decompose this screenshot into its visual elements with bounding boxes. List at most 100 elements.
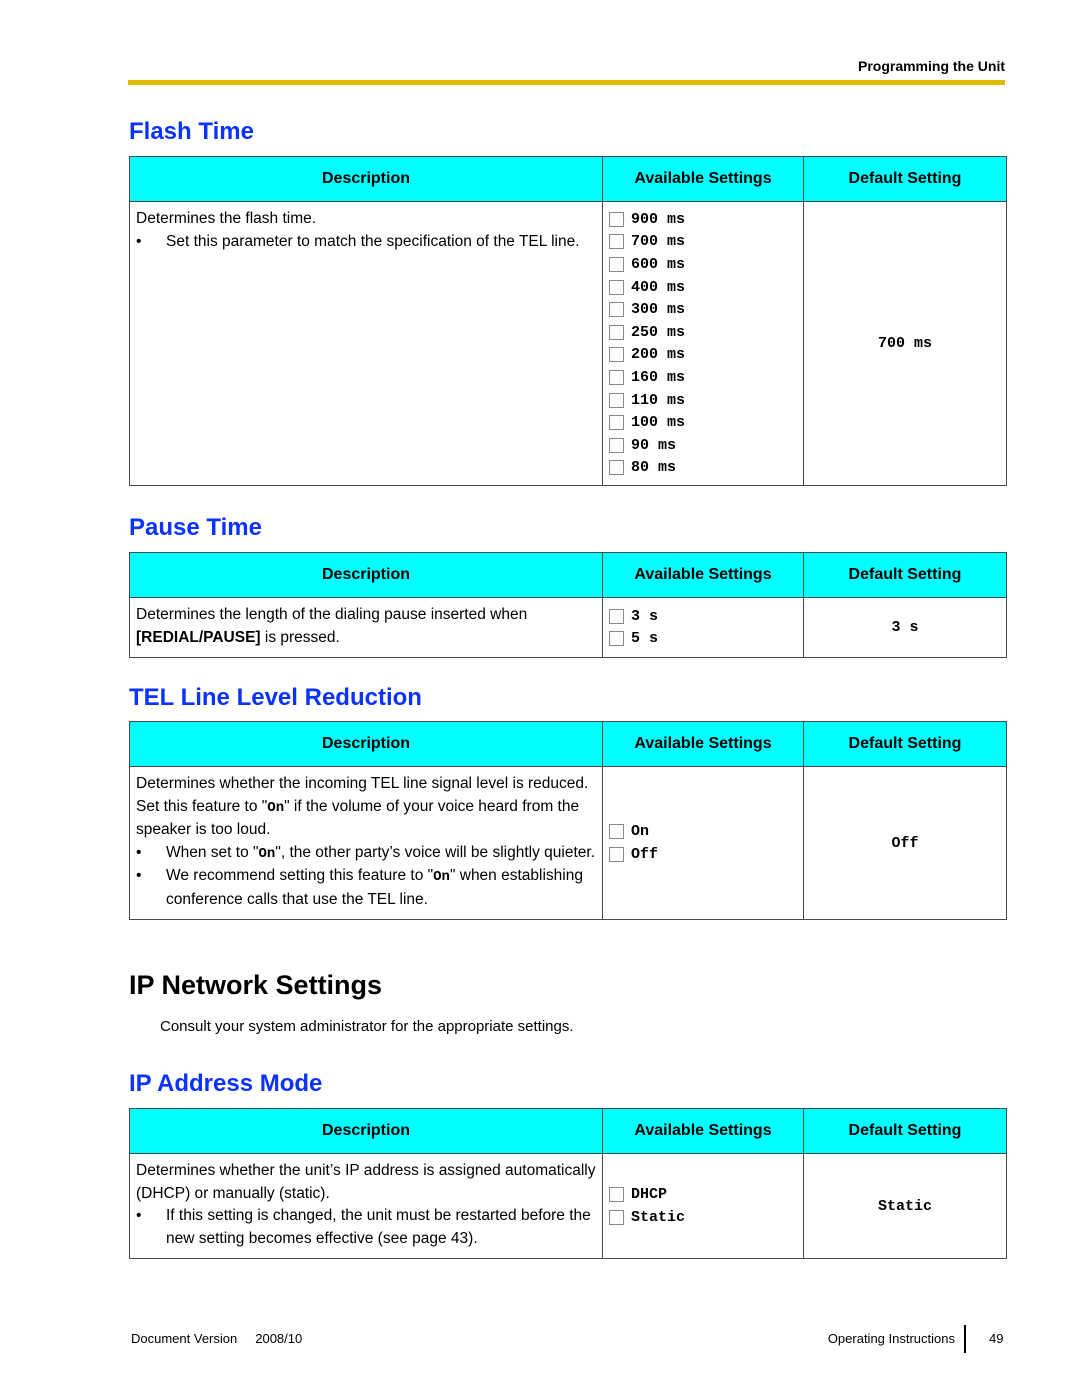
description-text: Determines whether the incoming TEL line…	[136, 773, 596, 842]
header-available-settings: Available Settings	[602, 721, 804, 767]
option-label: 250 ms	[631, 323, 686, 341]
checkbox-icon[interactable]	[609, 369, 624, 385]
option-item[interactable]: 110 ms	[607, 389, 799, 412]
option-label: 100 ms	[631, 414, 686, 432]
description-cell: Determines the flash time. Set this para…	[129, 200, 603, 487]
tel-line-level-table: Description Available Settings Default S…	[129, 721, 1007, 920]
option-label: 90 ms	[631, 436, 677, 454]
page-number: 49	[989, 1331, 1004, 1346]
checkbox-icon[interactable]	[609, 846, 624, 862]
tel-line-level-title: TEL Line Level Reduction	[129, 684, 422, 711]
code-value: On	[258, 845, 276, 862]
checkbox-icon[interactable]	[609, 211, 624, 227]
table-row: Determines whether the incoming TEL line…	[129, 766, 1007, 920]
option-label: 300 ms	[631, 301, 686, 319]
option-item[interactable]: 160 ms	[607, 366, 799, 389]
option-item[interactable]: 90 ms	[607, 434, 799, 457]
ip-network-intro: Consult your system administrator for th…	[160, 1018, 574, 1035]
option-item[interactable]: 200 ms	[607, 344, 799, 367]
running-header: Programming the Unit	[857, 58, 1005, 74]
header-description: Description	[129, 1108, 603, 1154]
description-cell: Determines whether the incoming TEL line…	[129, 766, 603, 920]
header-description: Description	[129, 156, 603, 202]
bullet-item: Set this parameter to match the specific…	[136, 231, 596, 254]
pause-time-table: Description Available Settings Default S…	[129, 552, 1007, 658]
checkbox-icon[interactable]	[609, 347, 624, 363]
checkbox-icon[interactable]	[609, 392, 624, 408]
checkbox-icon[interactable]	[609, 324, 624, 340]
available-settings-cell: 3 s 5 s	[602, 597, 804, 658]
checkbox-icon[interactable]	[609, 437, 624, 453]
option-item[interactable]: 400 ms	[607, 276, 799, 299]
checkbox-icon[interactable]	[609, 631, 624, 647]
option-item[interactable]: 600 ms	[607, 253, 799, 276]
description-text: Determines the length of the dialing pau…	[136, 606, 528, 623]
key-name: [REDIAL/PAUSE]	[136, 628, 261, 646]
checkbox-icon[interactable]	[609, 302, 624, 318]
description-cell: Determines whether the unit’s IP address…	[129, 1153, 603, 1259]
header-default-setting: Default Setting	[803, 721, 1007, 767]
available-settings-cell: DHCP Static	[602, 1153, 804, 1259]
checkbox-icon[interactable]	[609, 824, 624, 840]
table-row: Determines whether the unit’s IP address…	[129, 1153, 1007, 1259]
option-item[interactable]: 900 ms	[607, 208, 799, 231]
checkbox-icon[interactable]	[609, 1209, 624, 1225]
checkbox-icon[interactable]	[609, 256, 624, 272]
text-run: We recommend setting this feature to "	[166, 867, 434, 884]
description-text: Determines the flash time.	[136, 210, 317, 227]
checkbox-icon[interactable]	[609, 1187, 624, 1203]
option-label: 900 ms	[631, 210, 686, 228]
available-settings-cell: 900 ms 700 ms 600 ms 400 ms 300 ms 250 m…	[602, 200, 804, 487]
bullet-item: We recommend setting this feature to "On…	[136, 865, 596, 911]
option-label: 110 ms	[631, 391, 686, 409]
option-item[interactable]: 80 ms	[607, 457, 799, 480]
option-label: 5 s	[631, 630, 659, 648]
option-item[interactable]: 5 s	[607, 628, 799, 651]
option-item[interactable]: 300 ms	[607, 298, 799, 321]
header-description: Description	[129, 721, 603, 767]
checkbox-icon[interactable]	[609, 608, 624, 624]
option-label: Off	[631, 845, 659, 863]
checkbox-icon[interactable]	[609, 460, 624, 476]
text-run: ", the other party’s voice will be sligh…	[275, 843, 596, 861]
description-text: Determines whether the unit’s IP address…	[136, 1162, 596, 1202]
table-row: Determines the length of the dialing pau…	[129, 597, 1007, 658]
footer-document-version: Document Version 2008/10	[131, 1331, 302, 1346]
description-cell: Determines the length of the dialing pau…	[129, 597, 603, 658]
option-label: 400 ms	[631, 278, 686, 296]
pause-time-title: Pause Time	[129, 514, 262, 541]
option-label: DHCP	[631, 1186, 668, 1204]
footer-manual-name: Operating Instructions	[827, 1331, 955, 1346]
code-value: On	[267, 799, 285, 816]
header-default-setting: Default Setting	[803, 156, 1007, 202]
option-item[interactable]: Static	[607, 1206, 799, 1229]
header-default-setting: Default Setting	[803, 1108, 1007, 1154]
option-item[interactable]: 3 s	[607, 605, 799, 628]
option-label: 3 s	[631, 607, 659, 625]
checkbox-icon[interactable]	[609, 279, 624, 295]
option-item[interactable]: 700 ms	[607, 231, 799, 254]
option-label: On	[631, 823, 650, 841]
ip-address-mode-title: IP Address Mode	[129, 1070, 323, 1097]
option-item[interactable]: DHCP	[607, 1183, 799, 1206]
available-settings-cell: On Off	[602, 766, 804, 920]
doc-version-value: 2008/10	[255, 1331, 303, 1346]
checkbox-icon[interactable]	[609, 415, 624, 431]
default-setting-cell: Static	[803, 1153, 1007, 1259]
option-item[interactable]: 100 ms	[607, 411, 799, 434]
header-available-settings: Available Settings	[602, 552, 804, 598]
ip-address-mode-table: Description Available Settings Default S…	[129, 1108, 1007, 1259]
header-available-settings: Available Settings	[602, 1108, 804, 1154]
default-setting-cell: 3 s	[803, 597, 1007, 658]
option-item[interactable]: Off	[607, 843, 799, 866]
code-value: On	[433, 869, 450, 885]
header-description: Description	[129, 552, 603, 598]
table-header-row: Description Available Settings Default S…	[129, 156, 1007, 202]
table-header-row: Description Available Settings Default S…	[129, 552, 1007, 598]
option-item[interactable]: 250 ms	[607, 321, 799, 344]
flash-time-title: Flash Time	[129, 118, 254, 145]
bullet-item: When set to "On", the other party’s voic…	[136, 842, 596, 866]
default-setting-cell: 700 ms	[803, 200, 1007, 487]
checkbox-icon[interactable]	[609, 234, 624, 250]
option-item[interactable]: On	[607, 820, 799, 843]
